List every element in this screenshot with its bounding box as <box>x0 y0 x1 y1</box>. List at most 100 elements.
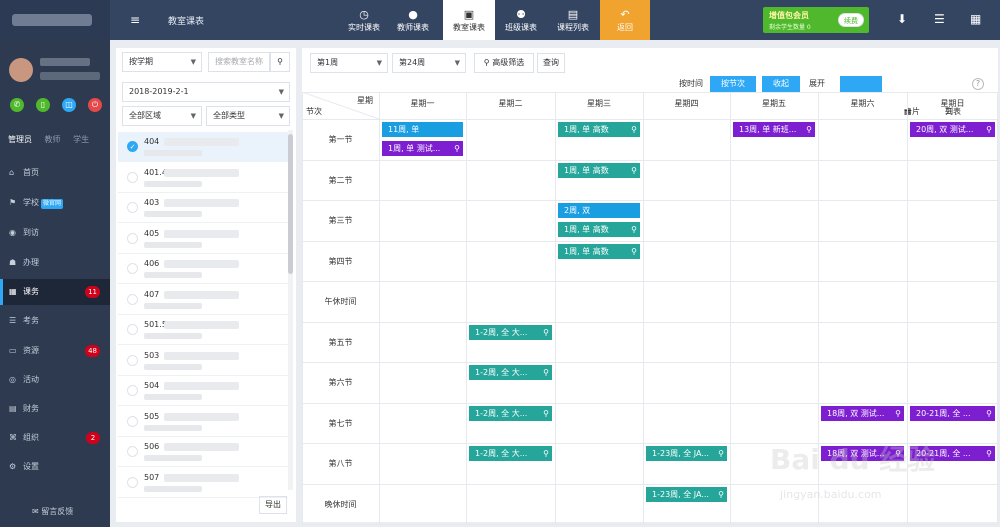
sidebar-item-activities[interactable]: ◎ 活动 <box>0 367 110 393</box>
room-list-item[interactable]: 507 <box>118 468 288 498</box>
tab-class-schedule[interactable]: ⚉ 班级课表 <box>497 0 545 40</box>
advanced-filter-button[interactable]: ⚲ 高级筛选 <box>474 53 534 73</box>
course-block[interactable]: 2周, 双 <box>558 203 640 218</box>
search-icon[interactable]: ⚲ <box>543 365 549 380</box>
search-icon[interactable]: ⚲ <box>718 446 724 461</box>
room-search-input[interactable]: 搜索教室名称 <box>208 52 270 72</box>
sidebar-item-finance[interactable]: ▤ 财务 <box>0 396 110 422</box>
search-icon[interactable]: ⚲ <box>986 122 992 137</box>
wechat-icon[interactable]: ✆ <box>10 98 24 112</box>
course-block[interactable]: 11周, 单 <box>382 122 463 137</box>
download-icon[interactable]: ⬇ <box>897 12 907 26</box>
search-icon[interactable]: ⚲ <box>986 406 992 421</box>
course-block[interactable]: 1-23周, 全 JA... ⚲ <box>646 446 727 461</box>
query-button[interactable]: 查询 <box>537 53 565 73</box>
course-block[interactable]: 1周, 单 高数 ⚲ <box>558 243 640 259</box>
search-button[interactable]: ⚲ <box>270 52 290 72</box>
room-list-item[interactable]: 403 <box>118 193 288 223</box>
radio-icon[interactable]: ✓ <box>127 141 138 152</box>
role-teacher[interactable]: 教师 <box>45 135 61 144</box>
search-icon[interactable]: ⚲ <box>631 122 637 137</box>
sidebar-item-organization[interactable]: ⌘ 组织 2 <box>0 425 110 451</box>
search-icon[interactable]: ⚲ <box>631 222 637 237</box>
grid-icon[interactable]: ▦ <box>970 12 981 26</box>
role-student[interactable]: 学生 <box>73 135 89 144</box>
course-block[interactable]: 1-2周, 全 大... ⚲ <box>469 324 552 340</box>
search-icon[interactable]: ⚲ <box>718 487 724 502</box>
by-time-toggle[interactable]: 按时间 <box>674 76 708 92</box>
room-list-item[interactable]: 401.402 <box>118 163 288 193</box>
course-block[interactable]: 1周, 单 高数 ⚲ <box>558 221 640 237</box>
search-icon[interactable]: ⚲ <box>543 406 549 421</box>
course-block[interactable]: 1周, 单 高数 ⚲ <box>558 122 640 137</box>
room-list-item[interactable]: 504 <box>118 376 288 406</box>
sidebar-item-settings[interactable]: ⚙ 设置 <box>0 454 110 480</box>
role-admin[interactable]: 管理员 <box>8 135 32 144</box>
radio-icon[interactable] <box>127 171 138 183</box>
scrollbar-thumb[interactable] <box>288 134 293 274</box>
radio-icon[interactable] <box>127 293 138 305</box>
room-list-item[interactable]: 407 <box>118 285 288 315</box>
radio-icon[interactable] <box>127 324 138 335</box>
sidebar-item-exams[interactable]: ☰ 考务 <box>0 308 110 334</box>
tab-classroom-schedule[interactable]: ▣ 教室课表 <box>443 0 495 40</box>
sidebar-item-visit[interactable]: ◉ 到访 <box>0 220 110 246</box>
sidebar-item-handle[interactable]: ☗ 办理 <box>0 250 110 276</box>
term-mode-select[interactable]: 按学期 ▼ <box>122 52 202 72</box>
search-icon[interactable]: ⚲ <box>454 141 460 156</box>
tab-realtime[interactable]: ◷ 实时课表 <box>340 0 388 40</box>
room-list-item[interactable]: 405 <box>118 224 288 254</box>
menu-toggle-icon[interactable]: ≡ <box>130 13 140 27</box>
radio-icon[interactable] <box>127 354 138 366</box>
tab-back[interactable]: ↶ 返回 <box>600 0 650 40</box>
radio-icon[interactable] <box>127 385 138 396</box>
screen-icon[interactable]: ◫ <box>62 98 76 112</box>
course-block[interactable]: 20-21周, 全 ... ⚲ <box>910 405 995 421</box>
room-list-item[interactable]: 503 <box>118 346 288 376</box>
search-icon[interactable]: ⚲ <box>631 163 637 178</box>
course-block[interactable]: 13周, 单 新班... ⚲ <box>733 122 815 137</box>
room-list-item[interactable]: 506 <box>118 437 288 467</box>
week-end-select[interactable]: 第24周 ▼ <box>392 53 466 73</box>
radio-icon[interactable] <box>127 263 138 274</box>
sidebar-item-resources[interactable]: ▭ 资源 48 <box>0 338 110 364</box>
sidebar-item-school[interactable]: ⚑ 学校 微官网 <box>0 190 110 216</box>
course-block[interactable]: 1-2周, 全 大... ⚲ <box>469 446 552 461</box>
search-icon[interactable]: ⚲ <box>631 244 637 259</box>
semester-select[interactable]: 2018-2019-2-1 ▼ <box>122 82 290 102</box>
course-block[interactable]: 20周, 双 测试... ⚲ <box>910 122 995 137</box>
course-block[interactable]: 18周, 双 测试... ⚲ <box>821 405 904 421</box>
export-button[interactable]: 导出 <box>259 496 287 514</box>
search-icon[interactable]: ⚲ <box>806 122 812 137</box>
help-icon[interactable]: ? <box>972 78 984 90</box>
radio-icon[interactable] <box>127 415 138 427</box>
room-list-item[interactable]: 501.502 <box>118 315 288 345</box>
sidebar-item-courses[interactable]: ▦ 课务 11 <box>0 279 110 305</box>
expand-button[interactable]: 展开 <box>802 76 832 92</box>
radio-icon[interactable] <box>127 476 138 488</box>
radio-icon[interactable] <box>127 232 138 244</box>
view-table-button[interactable]: ▦ 课表 <box>840 76 882 116</box>
course-block[interactable]: 1-2周, 全 大... ⚲ <box>469 365 552 380</box>
micro-site-tag[interactable]: 微官网 <box>41 199 64 209</box>
avatar[interactable] <box>9 58 33 82</box>
search-icon[interactable]: ⚲ <box>895 406 901 421</box>
radio-icon[interactable] <box>127 202 138 213</box>
course-block[interactable]: 1-2周, 全 大... ⚲ <box>469 405 552 421</box>
renew-button[interactable]: 续费 <box>838 13 864 27</box>
power-icon[interactable]: ⏻ <box>88 98 102 112</box>
week-start-select[interactable]: 第1周 ▼ <box>310 53 388 73</box>
room-list-item[interactable]: 406 <box>118 254 288 284</box>
server-icon[interactable]: ☰ <box>934 12 945 26</box>
course-block[interactable]: 1-23周, 全 JA... ⚲ <box>646 486 727 502</box>
area-select[interactable]: 全部区域 ▼ <box>122 106 202 126</box>
type-select[interactable]: 全部类型 ▼ <box>206 106 290 126</box>
room-list-item[interactable]: ✓ 404 <box>118 132 288 162</box>
tab-course-list[interactable]: ▤ 课程列表 <box>549 0 597 40</box>
promo-banner[interactable]: 增值包会员 剩余学生数量 0 续费 <box>763 7 869 33</box>
feedback-link[interactable]: ✉ 留言反馈 <box>32 506 73 517</box>
course-block[interactable]: 1周, 单 高数 ⚲ <box>558 162 640 178</box>
search-icon[interactable]: ⚲ <box>543 446 549 461</box>
view-card-button[interactable]: ▦ 卡片 <box>886 76 922 116</box>
collapse-button[interactable]: 收起 <box>762 76 800 92</box>
